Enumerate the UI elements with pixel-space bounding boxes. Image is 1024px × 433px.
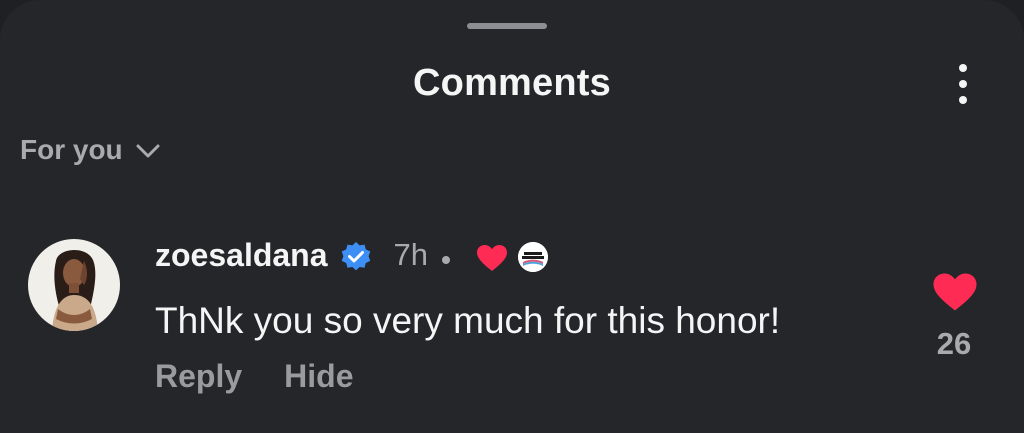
hide-button[interactable]: Hide: [284, 358, 353, 395]
reply-button[interactable]: Reply: [155, 358, 242, 395]
separator-dot: [442, 256, 450, 264]
drag-handle[interactable]: [467, 23, 547, 29]
comment-filter-dropdown[interactable]: For you: [20, 130, 161, 170]
creator-liked-heart-icon: [477, 245, 507, 271]
heart-icon: [933, 273, 977, 311]
like-count: 26: [936, 326, 972, 361]
avatar-image: [28, 239, 120, 331]
comment-text: ThNk you so very much for this honor!: [155, 300, 781, 341]
comment-actions: Reply Hide: [155, 358, 353, 395]
more-options-button[interactable]: [948, 62, 980, 106]
verified-badge-icon: [341, 242, 370, 271]
comment-header: zoesaldana 7h: [155, 230, 548, 280]
chevron-down-icon: [136, 144, 160, 158]
comments-sheet: Comments For you zoesaldana 7h ThNk you …: [0, 0, 1024, 433]
comment-time: 7h: [393, 237, 428, 272]
avatar[interactable]: [28, 239, 120, 331]
creator-avatar-icon: [518, 242, 548, 272]
comment-username[interactable]: zoesaldana: [155, 237, 328, 274]
like-button[interactable]: [932, 272, 978, 312]
filter-label: For you: [20, 134, 123, 165]
comment-item: zoesaldana 7h ThNk you so very much for …: [0, 230, 1024, 410]
sheet-title: Comments: [413, 62, 611, 104]
